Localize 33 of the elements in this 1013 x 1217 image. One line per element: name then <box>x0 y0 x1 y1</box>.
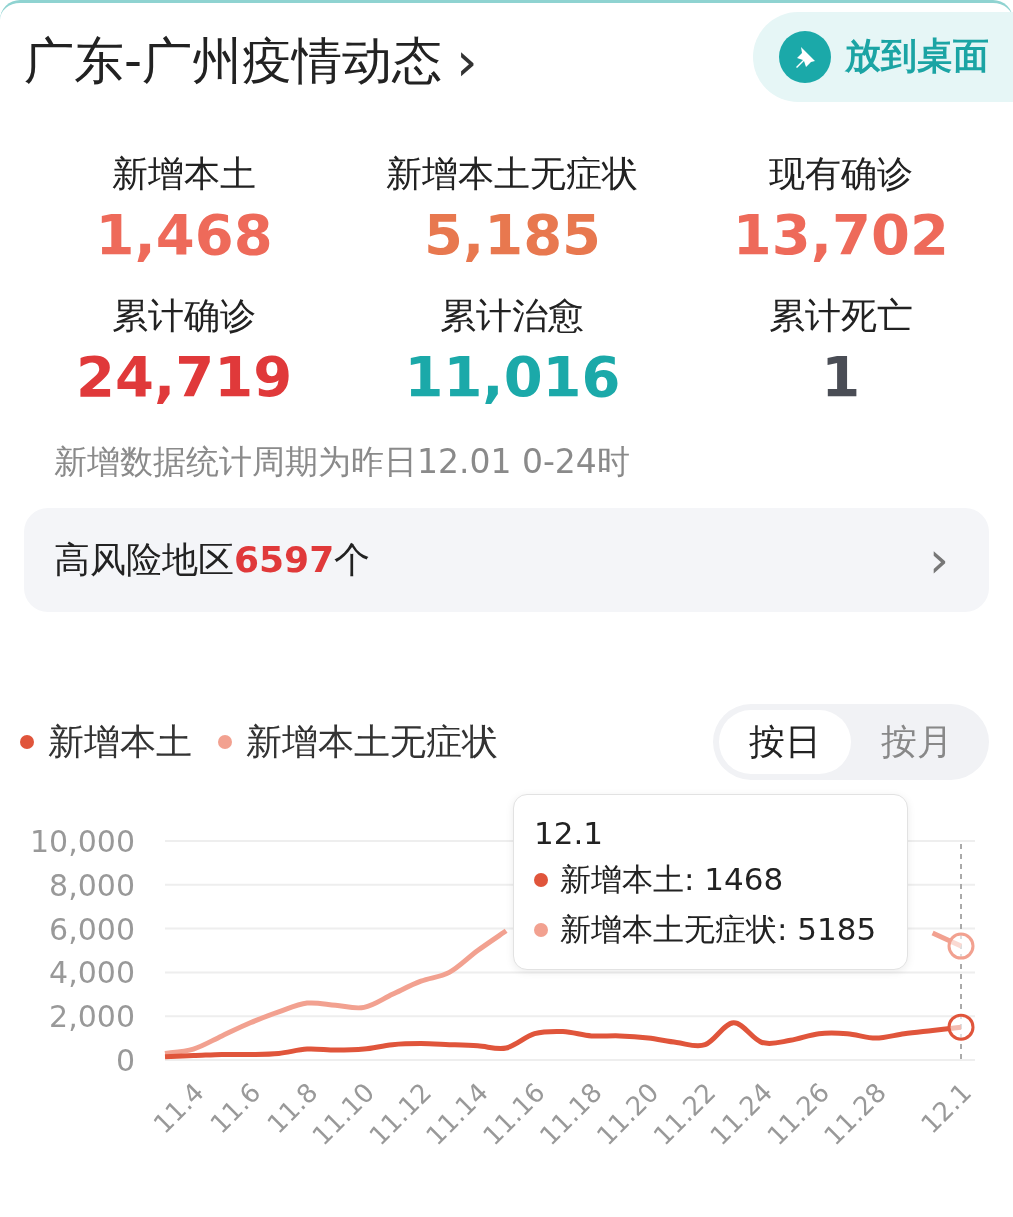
pin-icon <box>779 30 831 83</box>
data-point-marker <box>947 932 975 960</box>
high-risk-areas-text: 高风险地区6597个 <box>54 537 371 582</box>
chevron-icon[interactable]: › <box>456 30 478 93</box>
stat-label: 新增本土 <box>112 152 257 196</box>
tooltip-value: 新增本土: 1468 <box>560 860 784 899</box>
period-tab[interactable]: 按日 <box>719 710 851 774</box>
chevron-icon: › <box>929 531 949 589</box>
legend-label: 新增本土 <box>48 719 192 764</box>
stat-label: 现有确诊 <box>768 152 913 196</box>
stat-label: 累计确诊 <box>112 294 257 338</box>
stat-value: 5,185 <box>423 201 602 269</box>
stat-value: 24,719 <box>76 343 293 411</box>
y-axis-label: 6,000 <box>49 911 135 947</box>
data-point-marker <box>947 1013 975 1041</box>
stat-value: 1 <box>821 343 861 411</box>
y-axis-label: 8,000 <box>49 867 135 903</box>
y-axis-label: 10,000 <box>30 824 135 859</box>
stat-value: 11,016 <box>404 343 621 411</box>
stat-value: 1,468 <box>95 201 273 269</box>
stat-value: 13,702 <box>732 201 949 269</box>
high-risk-areas-row[interactable]: 高风险地区6597个 › <box>24 508 989 612</box>
stat-label: 累计治愈 <box>440 294 585 338</box>
page-title: 广东-广州疫情动态 <box>24 31 443 92</box>
stat-label: 新增本土无症状 <box>386 152 639 196</box>
tooltip-value: 新增本土无症状: 5185 <box>560 910 877 949</box>
y-axis-label: 4,000 <box>49 955 135 991</box>
tooltip-title: 12.1 <box>534 815 605 851</box>
statistics-note: 新增数据统计周期为昨日12.01 0-24时 <box>54 442 630 481</box>
y-axis-label: 2,000 <box>49 999 135 1035</box>
y-axis-label: 0 <box>115 1043 135 1078</box>
legend-label: 新增本土无症状 <box>246 719 498 764</box>
stat-label: 累计死亡 <box>768 294 913 338</box>
